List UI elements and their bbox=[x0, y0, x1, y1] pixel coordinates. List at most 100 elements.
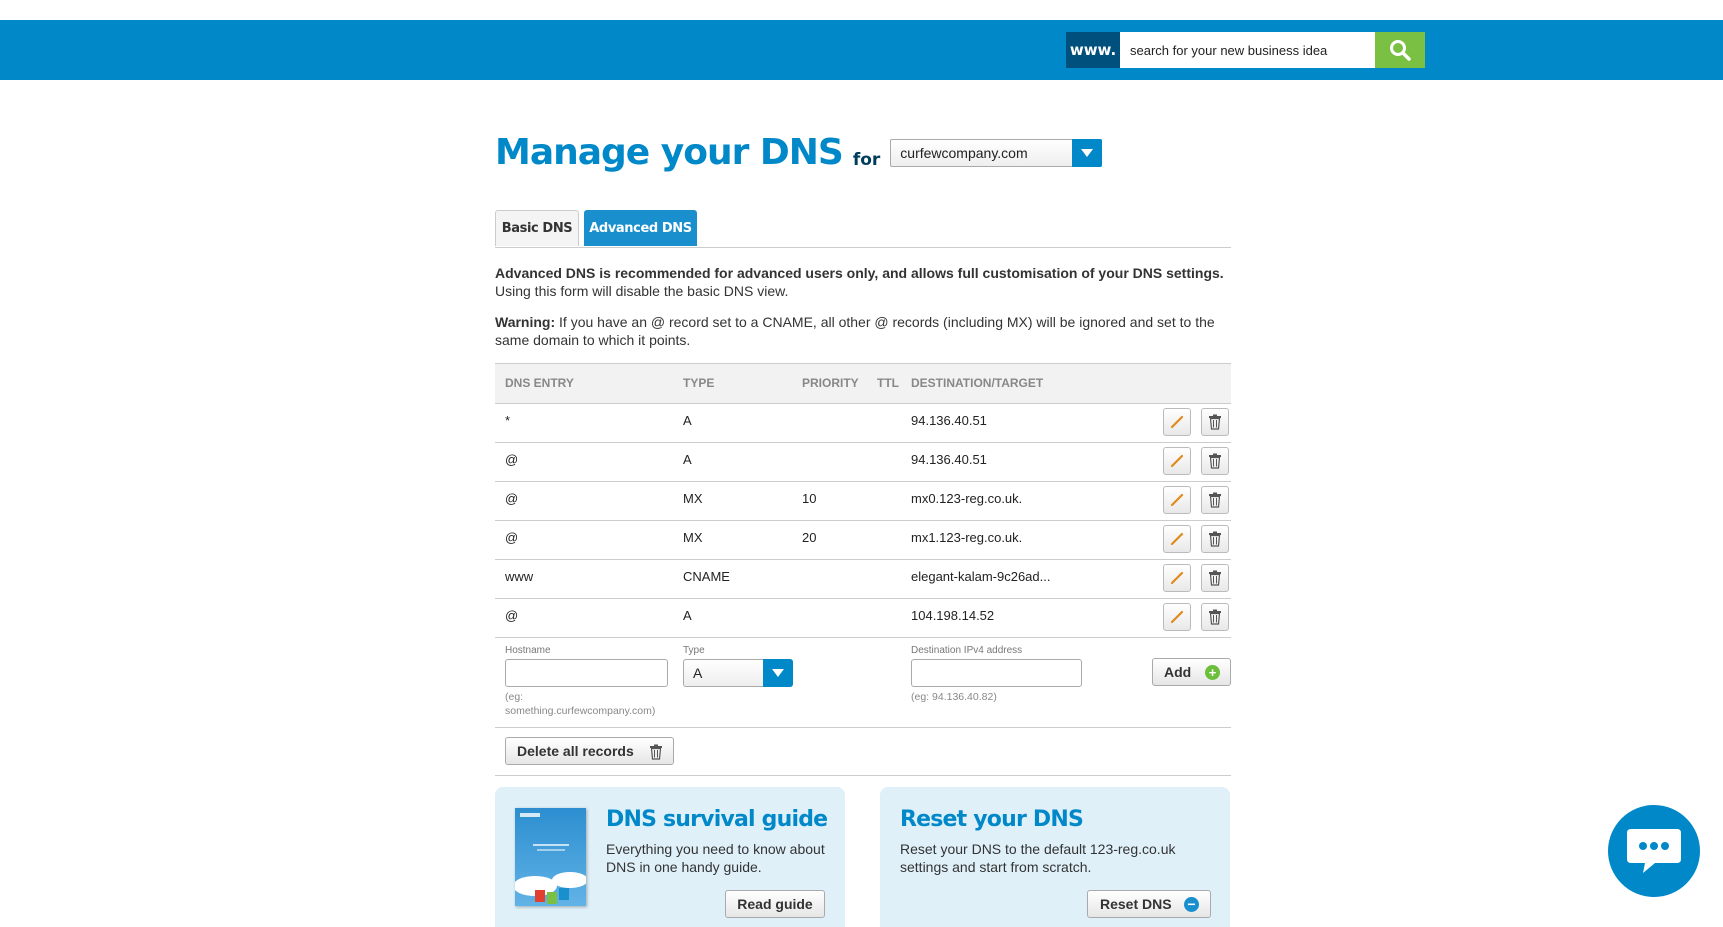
cell-destination: elegant-kalam-9c26ad... bbox=[911, 569, 1051, 584]
for-label: for bbox=[852, 150, 881, 170]
edit-pencil-icon bbox=[1170, 493, 1184, 507]
header-priority: PRIORITY bbox=[802, 376, 859, 390]
guide-card-title: DNS survival guide bbox=[606, 807, 828, 832]
delete-record-button[interactable] bbox=[1201, 603, 1229, 631]
header-type: TYPE bbox=[683, 376, 715, 390]
edit-record-button[interactable] bbox=[1163, 525, 1191, 553]
cell-destination: mx1.123-reg.co.uk. bbox=[911, 530, 1023, 545]
edit-record-button[interactable] bbox=[1163, 447, 1191, 475]
table-row: * A 94.136.40.51 bbox=[495, 404, 1231, 443]
dns-records-table: DNS ENTRY TYPE PRIORITY TTL DESTINATION/… bbox=[495, 363, 1231, 776]
edit-record-button[interactable] bbox=[1163, 603, 1191, 631]
delete-record-button[interactable] bbox=[1201, 408, 1229, 436]
trash-icon bbox=[1209, 570, 1221, 586]
search-input[interactable] bbox=[1120, 32, 1375, 68]
intro-bold: Advanced DNS is recommended for advanced… bbox=[495, 265, 1224, 281]
cell-destination: 94.136.40.51 bbox=[911, 452, 987, 467]
title-row: Manage your DNS for curfewcompany.com bbox=[495, 132, 1103, 173]
edit-record-button[interactable] bbox=[1163, 408, 1191, 436]
warning-label: Warning: bbox=[495, 314, 556, 330]
destination-input[interactable] bbox=[911, 659, 1082, 687]
reset-button-label: Reset DNS bbox=[1100, 896, 1172, 912]
type-select-value: A bbox=[693, 665, 703, 681]
www-label: www. bbox=[1066, 32, 1120, 68]
intro-text: Advanced DNS is recommended for advanced… bbox=[495, 264, 1231, 300]
trash-icon bbox=[1209, 492, 1221, 508]
table-header: DNS ENTRY TYPE PRIORITY TTL DESTINATION/… bbox=[495, 364, 1231, 404]
edit-pencil-icon bbox=[1170, 610, 1184, 624]
cell-destination: mx0.123-reg.co.uk. bbox=[911, 491, 1023, 506]
cell-destination: 94.136.40.51 bbox=[911, 413, 987, 428]
tab-basic-dns[interactable]: Basic DNS bbox=[495, 210, 579, 246]
edit-pencil-icon bbox=[1170, 454, 1184, 468]
destination-label: Destination IPv4 address bbox=[911, 645, 1023, 656]
destination-hint: (eg: 94.136.40.82) bbox=[911, 691, 997, 703]
minus-circle-icon: − bbox=[1184, 897, 1199, 912]
cell-type: CNAME bbox=[683, 569, 730, 584]
dns-tabs: Basic DNS Advanced DNS bbox=[495, 210, 1231, 248]
hostname-hint-line1: (eg: bbox=[505, 691, 524, 703]
dropdown-arrow-icon bbox=[763, 659, 793, 687]
cell-type: A bbox=[683, 413, 692, 428]
search-button[interactable] bbox=[1375, 32, 1425, 68]
cell-priority: 10 bbox=[802, 491, 817, 506]
reset-dns-button[interactable]: Reset DNS − bbox=[1087, 890, 1211, 918]
table-row: @ A 94.136.40.51 bbox=[495, 443, 1231, 482]
add-record-button[interactable]: Add + bbox=[1152, 658, 1231, 686]
hostname-hint: (eg: something.curfewcompany.com) bbox=[505, 690, 655, 718]
hostname-input[interactable] bbox=[505, 659, 668, 687]
cell-destination: 104.198.14.52 bbox=[911, 608, 995, 623]
warning-body: If you have an @ record set to a CNAME, … bbox=[495, 314, 1215, 348]
trash-icon bbox=[1209, 531, 1221, 547]
header-dns-entry: DNS ENTRY bbox=[505, 376, 574, 390]
domain-select[interactable]: curfewcompany.com bbox=[890, 139, 1103, 167]
add-button-label: Add bbox=[1164, 664, 1192, 680]
delete-all-records-button[interactable]: Delete all records bbox=[505, 737, 674, 765]
table-row: @ MX 20 mx1.123-reg.co.uk. bbox=[495, 521, 1231, 560]
delete-record-button[interactable] bbox=[1201, 525, 1229, 553]
type-select[interactable]: A bbox=[683, 659, 793, 687]
trash-icon bbox=[1209, 414, 1221, 430]
plus-circle-icon: + bbox=[1205, 665, 1220, 680]
table-row: www CNAME elegant-kalam-9c26ad... bbox=[495, 560, 1231, 599]
page-title: Manage your DNS bbox=[495, 132, 844, 173]
tab-advanced-dns[interactable]: Advanced DNS bbox=[584, 210, 697, 246]
guide-book-image bbox=[513, 808, 588, 906]
delete-record-button[interactable] bbox=[1201, 564, 1229, 592]
edit-record-button[interactable] bbox=[1163, 486, 1191, 514]
cell-entry: www bbox=[505, 569, 534, 584]
trash-icon bbox=[650, 744, 662, 760]
warning-text: Warning: If you have an @ record set to … bbox=[495, 313, 1231, 349]
read-guide-button[interactable]: Read guide bbox=[725, 890, 825, 918]
delete-all-row: Delete all records bbox=[495, 728, 1231, 776]
trash-icon bbox=[1209, 453, 1221, 469]
cell-entry: @ bbox=[505, 452, 519, 467]
chat-icon bbox=[1627, 829, 1681, 873]
trash-icon bbox=[1209, 609, 1221, 625]
cell-entry: * bbox=[505, 413, 511, 428]
dropdown-arrow-icon bbox=[1072, 139, 1103, 167]
cell-type: A bbox=[683, 452, 692, 467]
chat-button[interactable] bbox=[1608, 805, 1700, 897]
intro-normal: Using this form will disable the basic D… bbox=[495, 283, 789, 299]
cell-entry: @ bbox=[505, 608, 519, 623]
delete-record-button[interactable] bbox=[1201, 447, 1229, 475]
edit-record-button[interactable] bbox=[1163, 564, 1191, 592]
domain-select-value: curfewcompany.com bbox=[900, 145, 1028, 161]
header-ttl: TTL bbox=[877, 376, 899, 390]
search-icon bbox=[1390, 40, 1411, 61]
table-row: @ A 104.198.14.52 bbox=[495, 599, 1231, 638]
reset-card-text: Reset your DNS to the default 123-reg.co… bbox=[900, 841, 1176, 875]
hostname-hint-line2: something.curfewcompany.com) bbox=[505, 705, 656, 717]
guide-card-text: Everything you need to know about DNS in… bbox=[606, 841, 825, 875]
cell-entry: @ bbox=[505, 491, 519, 506]
type-label: Type bbox=[683, 645, 705, 656]
reset-card-title: Reset your DNS bbox=[900, 807, 1084, 832]
delete-record-button[interactable] bbox=[1201, 486, 1229, 514]
edit-pencil-icon bbox=[1170, 571, 1184, 585]
cell-type: MX bbox=[683, 491, 703, 506]
search-bar: www. bbox=[1066, 32, 1425, 68]
cell-entry: @ bbox=[505, 530, 519, 545]
edit-pencil-icon bbox=[1170, 415, 1184, 429]
top-header: www. bbox=[0, 20, 1723, 80]
